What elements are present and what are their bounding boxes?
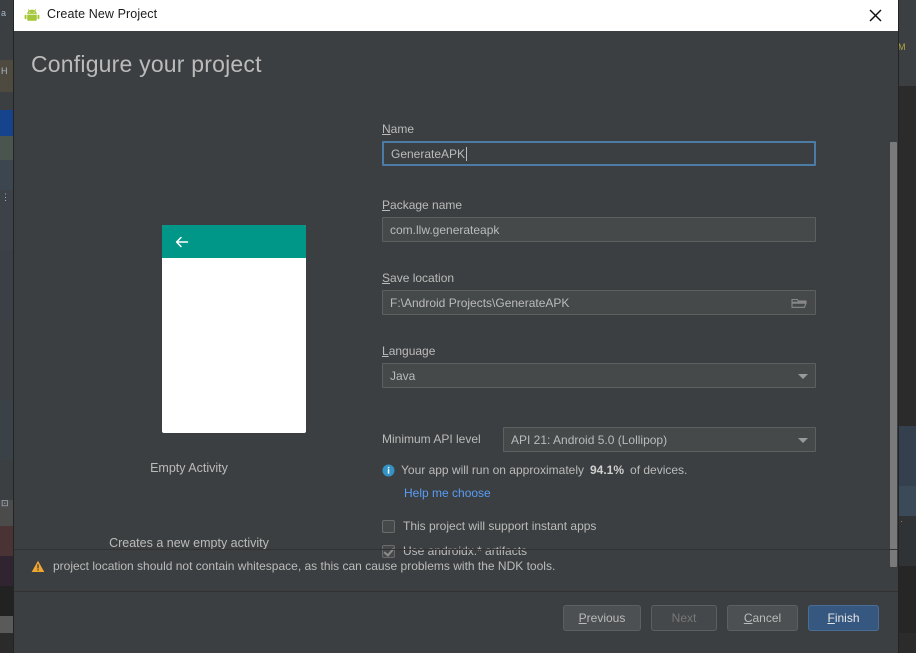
language-label: Language xyxy=(382,344,435,358)
ide-glyph-h: H xyxy=(1,66,8,76)
cancel-button[interactable]: Cancel xyxy=(727,605,798,631)
template-name-label: Empty Activity xyxy=(150,461,228,475)
validation-warning: project location should not contain whit… xyxy=(31,559,555,573)
finish-button-label: inish xyxy=(834,611,860,625)
help-me-choose-link[interactable]: Help me choose xyxy=(404,486,491,500)
android-robot-icon xyxy=(24,8,40,24)
cancel-button-label: ancel xyxy=(752,611,782,625)
min-api-level-selected-value: API 21: Android 5.0 (Lollipop) xyxy=(511,432,668,447)
min-api-level-label: Minimum API level xyxy=(382,432,481,446)
androidx-checkbox-row[interactable]: Use androidx.* artifacts xyxy=(382,544,527,558)
language-label-rest: anguage xyxy=(388,344,436,358)
form-scrollbar[interactable] xyxy=(888,116,900,571)
dialog-button-bar: Previous Next Cancel Finish xyxy=(14,592,898,653)
previous-button[interactable]: Previous xyxy=(563,605,641,631)
name-input[interactable]: GenerateAPK xyxy=(382,141,816,166)
warning-triangle-icon xyxy=(31,560,45,573)
next-button[interactable]: Next xyxy=(651,605,717,631)
name-label-mnemonic: N xyxy=(382,122,391,136)
androidx-checkbox-label: Use androidx.* artifacts xyxy=(403,544,528,558)
save-location-label-rest: ave location xyxy=(390,271,455,285)
androidx-checkbox[interactable] xyxy=(382,544,395,558)
package-name-label-mnemonic: P xyxy=(382,198,391,212)
ide-glyph-d: ⊡ xyxy=(1,498,9,508)
template-appbar xyxy=(162,225,306,258)
previous-button-label: revious xyxy=(586,611,626,625)
package-name-label-rest: ackage name xyxy=(390,198,463,212)
save-location-label: Save location xyxy=(382,271,454,285)
api-coverage-percent: 94.1% xyxy=(590,463,625,477)
save-location-value: F:\Android Projects\GenerateAPK xyxy=(390,295,570,310)
template-description-label: Creates a new empty activity xyxy=(109,536,269,550)
info-icon xyxy=(382,464,395,477)
text-caret xyxy=(466,146,468,161)
ide-glyph-m: M xyxy=(898,42,906,52)
api-coverage-text-before: Your app will run on approximately xyxy=(401,463,584,477)
close-icon[interactable] xyxy=(852,0,898,31)
language-select[interactable]: Java xyxy=(382,363,816,388)
api-coverage-text-after: of devices. xyxy=(630,463,688,477)
dialog-titlebar: Create New Project xyxy=(14,0,898,32)
package-name-input[interactable]: com.llw.generateapk xyxy=(382,217,816,242)
language-selected-value: Java xyxy=(390,368,416,383)
dialog-body: Configure your project Empty Activity Cr… xyxy=(14,31,898,653)
instant-apps-checkbox[interactable] xyxy=(382,519,395,533)
finish-button-mnemonic: F xyxy=(827,611,835,625)
arrow-left-icon xyxy=(174,234,190,250)
chevron-down-icon xyxy=(798,373,808,379)
api-coverage-info: Your app will run on approximately 94.1%… xyxy=(382,463,687,477)
ide-glyph-a: a xyxy=(1,8,7,18)
package-name-value: com.llw.generateapk xyxy=(390,222,500,237)
instant-apps-checkbox-row[interactable]: This project will support instant apps xyxy=(382,519,596,533)
dialog-title: Create New Project xyxy=(47,7,158,21)
ide-glyph-accent: · xyxy=(900,516,903,526)
previous-button-mnemonic: P xyxy=(578,611,587,625)
name-input-value: GenerateAPK xyxy=(391,146,466,161)
save-location-input[interactable]: F:\Android Projects\GenerateAPK xyxy=(382,290,816,315)
ide-right-toolwindow-strip: M · xyxy=(898,0,916,653)
save-location-label-mnemonic: S xyxy=(382,271,391,285)
name-label-rest: ame xyxy=(390,122,415,136)
page-title: Configure your project xyxy=(31,51,262,77)
template-thumbnail xyxy=(162,225,306,433)
project-config-form: Name GenerateAPK Package name com.llw.ge… xyxy=(369,116,889,571)
cancel-button-mnemonic: C xyxy=(743,611,753,625)
form-scrollbar-thumb[interactable] xyxy=(890,142,897,567)
next-button-label: Next xyxy=(671,611,697,625)
ide-glyph-dots: ⋮ xyxy=(1,192,10,202)
folder-open-icon[interactable] xyxy=(791,296,807,310)
validation-warning-text: project location should not contain whit… xyxy=(53,559,556,573)
instant-apps-checkbox-label: This project will support instant apps xyxy=(403,519,597,533)
ide-left-toolwindow-strip: a H ⋮ ⊡ xyxy=(0,0,14,653)
min-api-level-select[interactable]: API 21: Android 5.0 (Lollipop) xyxy=(503,427,816,452)
finish-button[interactable]: Finish xyxy=(808,605,879,631)
chevron-down-icon xyxy=(798,437,808,443)
name-label: Name xyxy=(382,122,414,136)
package-name-label: Package name xyxy=(382,198,462,212)
language-label-mnemonic: L xyxy=(382,344,389,358)
create-new-project-dialog: Create New Project Configure your projec… xyxy=(14,0,898,653)
min-api-level-label-text: Minimum API level xyxy=(382,432,481,446)
warning-separator xyxy=(14,549,898,550)
